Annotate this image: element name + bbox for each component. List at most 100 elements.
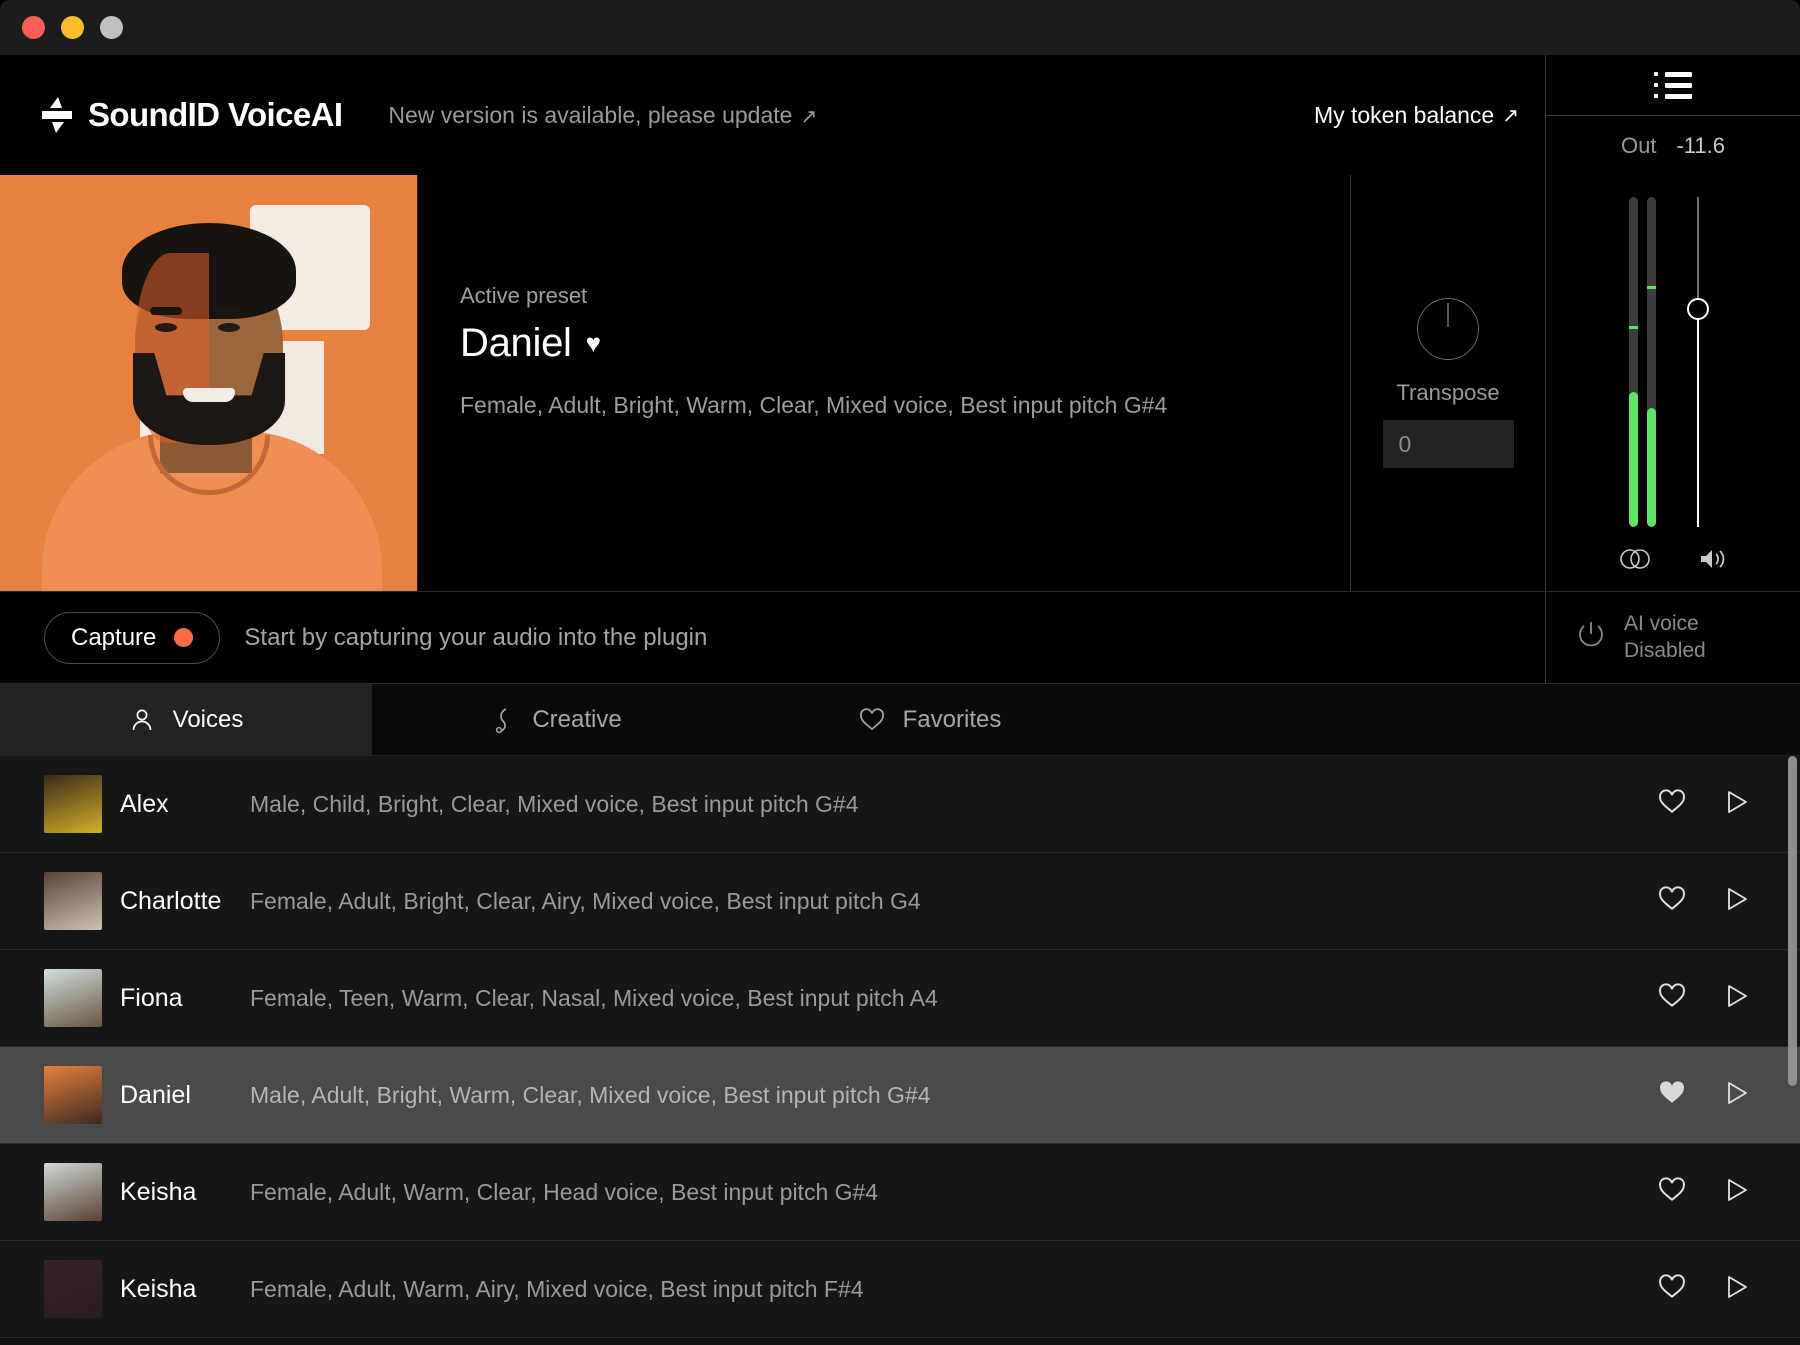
capture-button[interactable]: Capture [44,612,220,664]
voice-name: Keisha [120,1178,250,1207]
tab-favorites-label: Favorites [903,706,1002,734]
list-icon [1654,72,1692,99]
title-bar [0,0,1800,55]
row-actions [1658,983,1750,1014]
output-fader[interactable] [1678,197,1718,527]
meters [1629,197,1718,527]
voice-name: Keisha [120,1275,250,1304]
header-right: Out -11.6 [1545,55,1800,175]
zoom-button[interactable] [100,16,123,39]
transpose-input[interactable] [1383,420,1514,468]
transpose-control: Transpose [1350,175,1545,591]
speaker-icon[interactable] [1698,547,1728,576]
preset-description: Female, Adult, Bright, Warm, Clear, Mixe… [460,392,1350,419]
voice-description: Female, Adult, Bright, Clear, Airy, Mixe… [250,888,1658,915]
avatar [44,872,102,930]
soundid-logo-icon [40,97,74,133]
favorite-heart-icon[interactable] [1658,1177,1686,1208]
update-notice-link[interactable]: New version is available, please update ↗ [388,102,817,129]
avatar [44,969,102,1027]
header-left: SoundID VoiceAI New version is available… [0,55,1545,175]
voice-description: Female, Adult, Warm, Airy, Mixed voice, … [250,1276,1658,1303]
meter-right [1647,197,1656,527]
stereo-link-icon[interactable] [1618,547,1652,576]
tab-creative-label: Creative [532,706,621,734]
scrollbar-thumb[interactable] [1788,756,1797,1086]
play-icon[interactable] [1724,886,1750,917]
transpose-label: Transpose [1396,380,1499,406]
play-icon[interactable] [1724,789,1750,820]
voice-description: Female, Teen, Warm, Clear, Nasal, Mixed … [250,985,1658,1012]
play-icon[interactable] [1724,1080,1750,1111]
voice-list-scrollbar[interactable] [1788,756,1797,1345]
close-button[interactable] [22,16,45,39]
voice-name: Daniel [120,1081,250,1110]
preset-name: Daniel [460,321,572,366]
active-preset-section: Active preset Daniel ♥ Female, Adult, Br… [0,175,1800,592]
ai-voice-title: AI voice [1624,611,1706,637]
avatar [44,1163,102,1221]
ai-voice-status: Disabled [1624,638,1706,664]
capture-left: Capture Start by capturing your audio in… [0,592,1545,683]
voice-row[interactable]: CharlotteFemale, Adult, Bright, Clear, A… [0,853,1800,950]
row-actions [1658,789,1750,820]
output-level-readout: Out -11.6 [1546,116,1800,175]
voice-row[interactable]: FionaFemale, Teen, Warm, Clear, Nasal, M… [0,950,1800,1047]
play-icon[interactable] [1724,1274,1750,1305]
capture-bar: Capture Start by capturing your audio in… [0,592,1800,684]
power-icon [1574,618,1608,657]
favorite-heart-icon[interactable] [1658,1080,1686,1111]
preset-favorite-heart-icon[interactable]: ♥ [586,328,601,359]
voice-row[interactable]: KeishaFemale, Adult, Warm, Clear, Head v… [0,1144,1800,1241]
ai-voice-toggle[interactable]: AI voice Disabled [1545,592,1800,683]
favorite-heart-icon[interactable] [1658,1274,1686,1305]
row-actions [1658,886,1750,917]
tab-bar: Voices Creative Favorites [0,684,1800,756]
heart-icon [859,708,885,732]
favorite-heart-icon[interactable] [1658,886,1686,917]
voice-description: Male, Adult, Bright, Warm, Clear, Mixed … [250,1082,1658,1109]
voice-row[interactable]: AlexMale, Child, Bright, Clear, Mixed vo… [0,756,1800,853]
transpose-knob[interactable] [1417,298,1479,360]
capture-button-label: Capture [71,624,156,652]
external-link-arrow-icon: ↗ [800,106,817,128]
play-icon[interactable] [1724,983,1750,1014]
token-balance-link[interactable]: My token balance ↗ [1314,102,1545,129]
avatar [44,1260,102,1318]
preset-artwork [0,175,417,591]
voice-name: Charlotte [120,887,250,916]
meter-icon-row [1618,547,1728,576]
voice-list[interactable]: AlexMale, Child, Bright, Clear, Mixed vo… [0,756,1800,1345]
favorite-heart-icon[interactable] [1658,983,1686,1014]
out-label: Out [1621,133,1656,159]
voice-name: Fiona [120,984,250,1013]
preset-name-row: Daniel ♥ [460,321,1350,366]
person-icon [129,707,155,733]
avatar [44,1066,102,1124]
play-icon[interactable] [1724,1177,1750,1208]
row-actions [1658,1080,1750,1111]
tab-creative[interactable]: Creative [372,684,744,755]
output-meter-section [1545,175,1800,591]
token-balance-label: My token balance [1314,102,1494,129]
ai-voice-text: AI voice Disabled [1624,611,1706,664]
update-notice-text: New version is available, please update [388,102,792,128]
voice-row[interactable]: DanielMale, Adult, Bright, Warm, Clear, … [0,1047,1800,1144]
tab-favorites[interactable]: Favorites [744,684,1116,755]
preset-details: Active preset Daniel ♥ Female, Adult, Br… [417,175,1350,591]
out-value: -11.6 [1676,133,1725,159]
level-meters [1629,197,1656,527]
row-actions [1658,1177,1750,1208]
record-dot-icon [174,628,193,647]
preset-list-button[interactable] [1546,55,1800,116]
external-link-arrow-icon: ↗ [1502,103,1519,128]
voice-description: Female, Adult, Warm, Clear, Head voice, … [250,1179,1658,1206]
app-header: SoundID VoiceAI New version is available… [0,55,1800,175]
voice-row[interactable]: KeishaFemale, Adult, Warm, Airy, Mixed v… [0,1241,1800,1338]
avatar [44,775,102,833]
app-title: SoundID VoiceAI [88,96,342,134]
minimize-button[interactable] [61,16,84,39]
tab-voices-label: Voices [173,706,244,734]
tab-voices[interactable]: Voices [0,684,372,755]
favorite-heart-icon[interactable] [1658,789,1686,820]
